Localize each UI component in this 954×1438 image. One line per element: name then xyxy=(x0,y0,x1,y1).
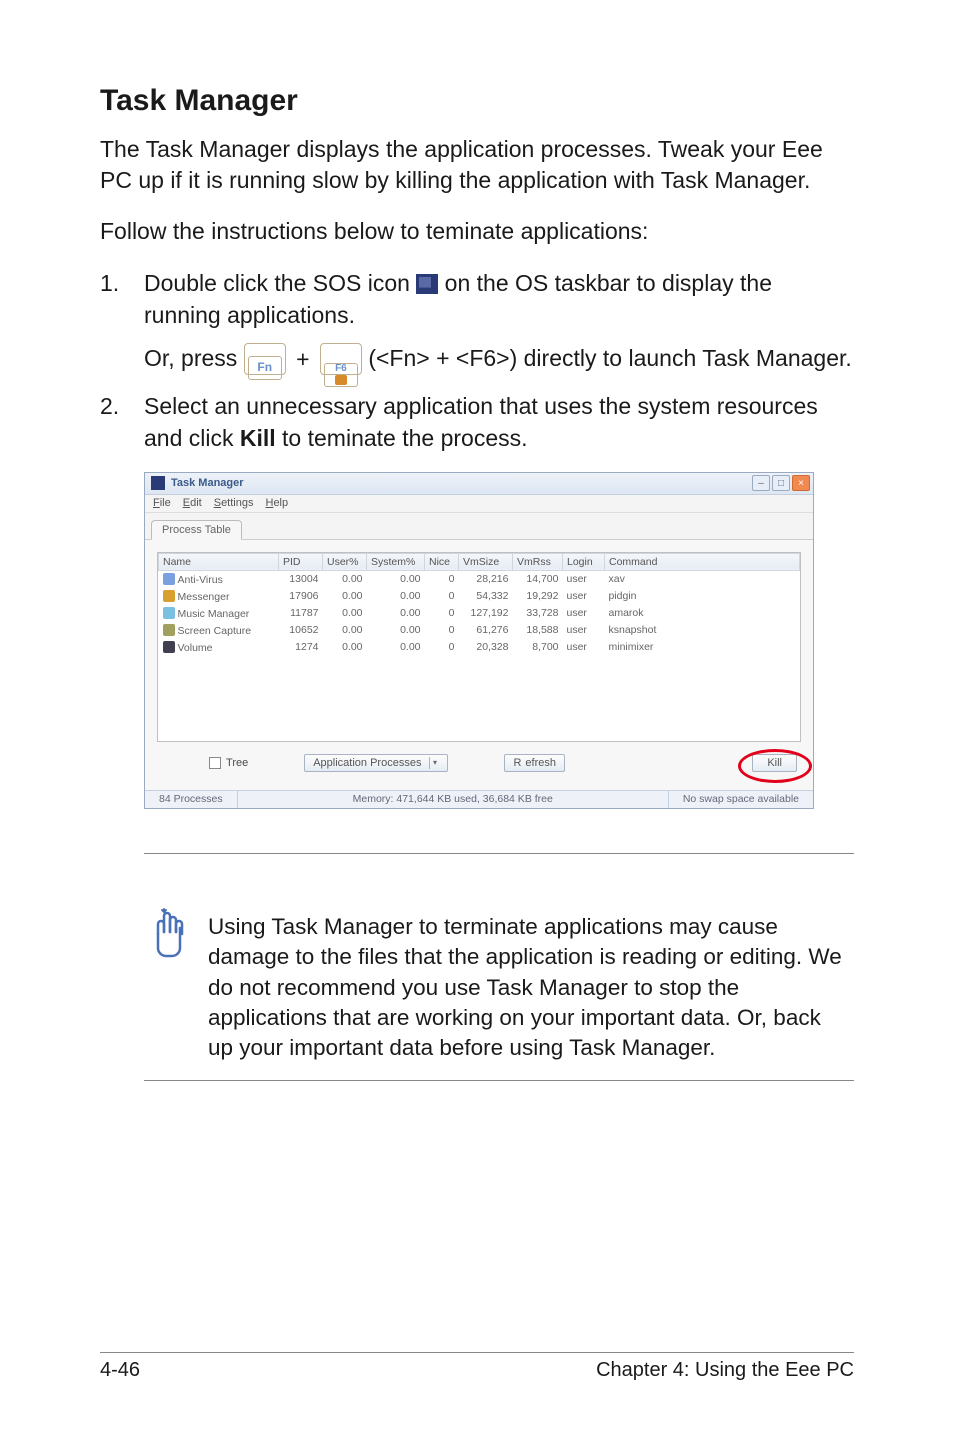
col-command[interactable]: Command xyxy=(605,553,800,570)
process-icon xyxy=(163,641,175,653)
table-row[interactable]: Music Manager117870.000.000127,19233,728… xyxy=(159,605,800,622)
table-row[interactable]: Volume12740.000.00020,3288,700userminimi… xyxy=(159,639,800,656)
menu-edit[interactable]: Edit xyxy=(183,497,202,510)
menu-help[interactable]: Help xyxy=(265,497,288,510)
status-bar: 84 Processes Memory: 471,644 KB used, 36… xyxy=(145,790,813,808)
window-title: Task Manager xyxy=(171,477,244,489)
status-memory: Memory: 471,644 KB used, 36,684 KB free xyxy=(238,791,669,808)
fn-key: Fn xyxy=(244,343,286,375)
tree-label: Tree xyxy=(226,757,248,769)
step-number: 1. xyxy=(100,267,144,375)
table-header-row: Name PID User% System% Nice VmSize VmRss… xyxy=(159,553,800,570)
kill-bold: Kill xyxy=(240,425,276,451)
status-swap: No swap space available xyxy=(669,791,813,808)
step1-text-a: Double click the SOS icon xyxy=(144,270,416,296)
divider xyxy=(144,1080,854,1081)
checkbox-icon xyxy=(209,757,221,769)
note-text: Using Task Manager to terminate applicat… xyxy=(208,904,848,1072)
f6-key-label: F6 xyxy=(335,364,347,374)
table-row[interactable]: Screen Capture106520.000.00061,27618,588… xyxy=(159,622,800,639)
tab-process-table[interactable]: Process Table xyxy=(151,520,242,540)
col-user[interactable]: User% xyxy=(323,553,367,570)
process-icon xyxy=(163,590,175,602)
task-manager-window: Task Manager – □ × File Edit Settings He… xyxy=(144,472,814,809)
application-processes-dropdown[interactable]: Application Processes ▾ xyxy=(304,754,448,772)
kill-button[interactable]: Kill xyxy=(752,754,797,772)
minimize-button[interactable]: – xyxy=(752,475,770,491)
step2-text-b: to teminate the process. xyxy=(276,425,528,451)
menubar: File Edit Settings Help xyxy=(145,495,813,513)
col-nice[interactable]: Nice xyxy=(425,553,459,570)
intro-paragraph: The Task Manager displays the applicatio… xyxy=(100,134,854,196)
section-heading: Task Manager xyxy=(100,84,854,118)
chapter-label: Chapter 4: Using the Eee PC xyxy=(596,1359,854,1382)
fn-key-label: Fn xyxy=(248,356,282,380)
page-footer: 4-46 Chapter 4: Using the Eee PC xyxy=(100,1352,854,1382)
process-icon xyxy=(163,624,175,636)
app-proc-label: Application Processes xyxy=(313,757,421,769)
close-button[interactable]: × xyxy=(792,475,810,491)
page-number: 4-46 xyxy=(100,1359,140,1382)
status-process-count: 84 Processes xyxy=(145,791,238,808)
process-icon xyxy=(163,607,175,619)
f6-sub-icon xyxy=(335,375,347,385)
process-table: Name PID User% System% Nice VmSize VmRss… xyxy=(157,552,801,742)
menu-settings[interactable]: Settings xyxy=(214,497,254,510)
menu-file[interactable]: File xyxy=(153,497,171,510)
hand-icon xyxy=(144,904,190,1072)
step-2: 2. Select an unnecessary application tha… xyxy=(100,390,854,454)
maximize-button[interactable]: □ xyxy=(772,475,790,491)
table-row[interactable]: Messenger179060.000.00054,33219,292userp… xyxy=(159,588,800,605)
table-row[interactable]: Anti-Virus130040.000.00028,21614,700user… xyxy=(159,570,800,588)
instructions-lead: Follow the instructions below to teminat… xyxy=(100,216,854,247)
col-vmsize[interactable]: VmSize xyxy=(459,553,513,570)
col-vmrss[interactable]: VmRss xyxy=(513,553,563,570)
or-press-label: Or, press xyxy=(144,345,244,371)
step1-tail: (<Fn> + <F6>) directly to launch Task Ma… xyxy=(368,345,851,371)
note-block: Using Task Manager to terminate applicat… xyxy=(144,904,854,1072)
process-icon xyxy=(163,573,175,585)
divider xyxy=(144,853,854,854)
col-login[interactable]: Login xyxy=(563,553,605,570)
plus-symbol: + xyxy=(292,343,313,375)
chevron-down-icon: ▾ xyxy=(429,757,439,769)
col-system[interactable]: System% xyxy=(367,553,425,570)
titlebar[interactable]: Task Manager – □ × xyxy=(145,473,813,495)
f6-key: F6 xyxy=(320,343,362,375)
col-pid[interactable]: PID xyxy=(279,553,323,570)
step-1: 1. Double click the SOS icon on the OS t… xyxy=(100,267,854,375)
sos-icon xyxy=(416,274,438,294)
app-icon xyxy=(151,476,165,490)
tree-checkbox[interactable]: Tree xyxy=(209,757,248,769)
col-name[interactable]: Name xyxy=(159,553,279,570)
refresh-button[interactable]: Refresh xyxy=(504,754,565,772)
step-number: 2. xyxy=(100,390,144,454)
